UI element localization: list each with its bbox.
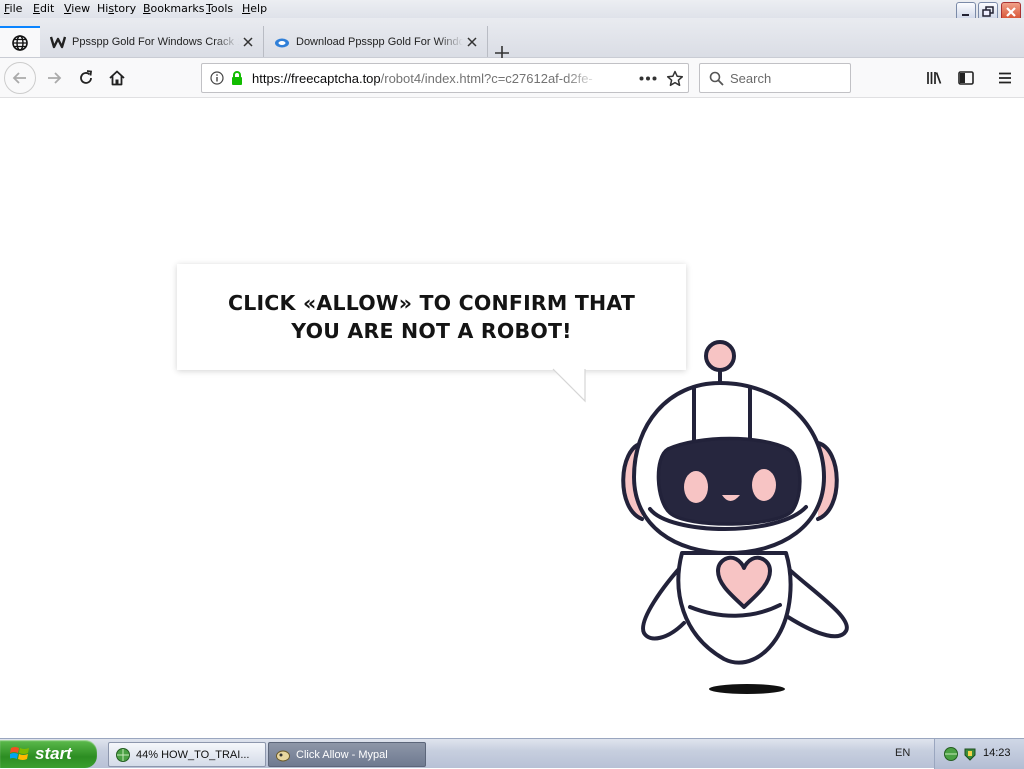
start-label: start xyxy=(35,744,72,763)
message-line-1: CLICK «ALLOW» TO CONFIRM THAT xyxy=(227,291,636,315)
globe-icon xyxy=(12,34,28,51)
tab-ppsspp-crack[interactable]: Ppsspp Gold For Windows Crack 1 xyxy=(42,26,264,57)
search-bar[interactable] xyxy=(699,63,851,93)
star-bookmark-icon[interactable] xyxy=(666,70,684,88)
tab-close-button[interactable] xyxy=(239,34,257,50)
taskbar-item-mypal[interactable]: Click Allow - Mypal xyxy=(268,742,426,767)
search-icon xyxy=(709,71,724,86)
more-actions-icon[interactable] xyxy=(639,76,657,81)
message-line-2: YOU ARE NOT A ROBOT! xyxy=(291,319,572,343)
arrow-right-icon xyxy=(48,72,62,84)
menu-file[interactable]: File xyxy=(4,2,22,15)
menu-view[interactable]: View xyxy=(64,2,90,15)
menu-help[interactable]: Help xyxy=(242,2,267,15)
tab-download-ppsspp[interactable]: Download Ppsspp Gold For Windows xyxy=(266,26,488,57)
w-logo-icon xyxy=(50,34,66,50)
sidebar-button[interactable] xyxy=(952,64,980,92)
menu-tools[interactable]: Tools xyxy=(206,2,233,15)
hamburger-icon xyxy=(999,72,1011,84)
pinned-tab[interactable] xyxy=(0,26,40,57)
menu-button[interactable] xyxy=(991,64,1019,92)
library-button[interactable] xyxy=(920,64,948,92)
sidebar-icon xyxy=(958,71,974,85)
start-button[interactable]: start xyxy=(0,740,97,768)
robot-illustration xyxy=(621,340,849,694)
home-icon xyxy=(109,70,125,86)
mypal-icon xyxy=(276,750,290,761)
library-icon xyxy=(927,72,942,84)
search-input[interactable] xyxy=(730,69,845,87)
language-indicator[interactable]: EN xyxy=(895,747,910,759)
reload-button[interactable] xyxy=(72,64,100,92)
page-content: CLICK «ALLOW» TO CONFIRM THAT YOU ARE NO… xyxy=(0,99,1024,738)
menu-bookmarks[interactable]: Bookmarks xyxy=(143,2,204,15)
arrow-left-icon xyxy=(12,72,26,84)
cloud-icon xyxy=(274,34,290,50)
home-button[interactable] xyxy=(103,64,131,92)
menu-history[interactable]: History xyxy=(97,2,136,15)
tab-title: Download Ppsspp Gold For Windows xyxy=(296,35,463,48)
tab-strip: Ppsspp Gold For Windows Crack 1 Download… xyxy=(0,18,1024,60)
clock: 14:23 xyxy=(983,747,1011,759)
taskbar: start 44% HOW_TO_TRAI... Click Allow - M… xyxy=(0,738,1024,769)
navigation-toolbar: https://freecaptcha.top/robot4/index.htm… xyxy=(0,58,1024,98)
back-button[interactable] xyxy=(4,62,36,94)
tab-title: Ppsspp Gold For Windows Crack 1 xyxy=(72,35,239,48)
security-shield-icon[interactable] xyxy=(962,746,978,762)
globe-download-icon xyxy=(116,747,130,762)
taskbar-item-download[interactable]: 44% HOW_TO_TRAI... xyxy=(108,742,266,767)
lock-icon[interactable] xyxy=(230,70,244,86)
menu-bar: File Edit View History Bookmarks Tools H… xyxy=(0,0,1024,22)
robot-message: CLICK «ALLOW» TO CONFIRM THAT YOU ARE NO… xyxy=(228,289,635,345)
url-bar[interactable]: https://freecaptcha.top/robot4/index.htm… xyxy=(201,63,689,93)
url-text[interactable]: https://freecaptcha.top/robot4/index.htm… xyxy=(252,71,600,86)
forward-button[interactable] xyxy=(40,64,68,92)
windows-logo-icon xyxy=(10,747,29,760)
speech-bubble-tail xyxy=(552,368,586,403)
system-tray: 14:23 xyxy=(934,739,1024,769)
reload-icon xyxy=(80,70,93,84)
tab-close-button[interactable] xyxy=(463,34,481,50)
close-icon xyxy=(243,36,253,47)
info-icon[interactable] xyxy=(210,71,224,85)
close-icon xyxy=(467,36,477,47)
browser-window: File Edit View History Bookmarks Tools H… xyxy=(0,0,1024,769)
menu-edit[interactable]: Edit xyxy=(33,2,54,15)
network-icon[interactable] xyxy=(943,746,959,762)
